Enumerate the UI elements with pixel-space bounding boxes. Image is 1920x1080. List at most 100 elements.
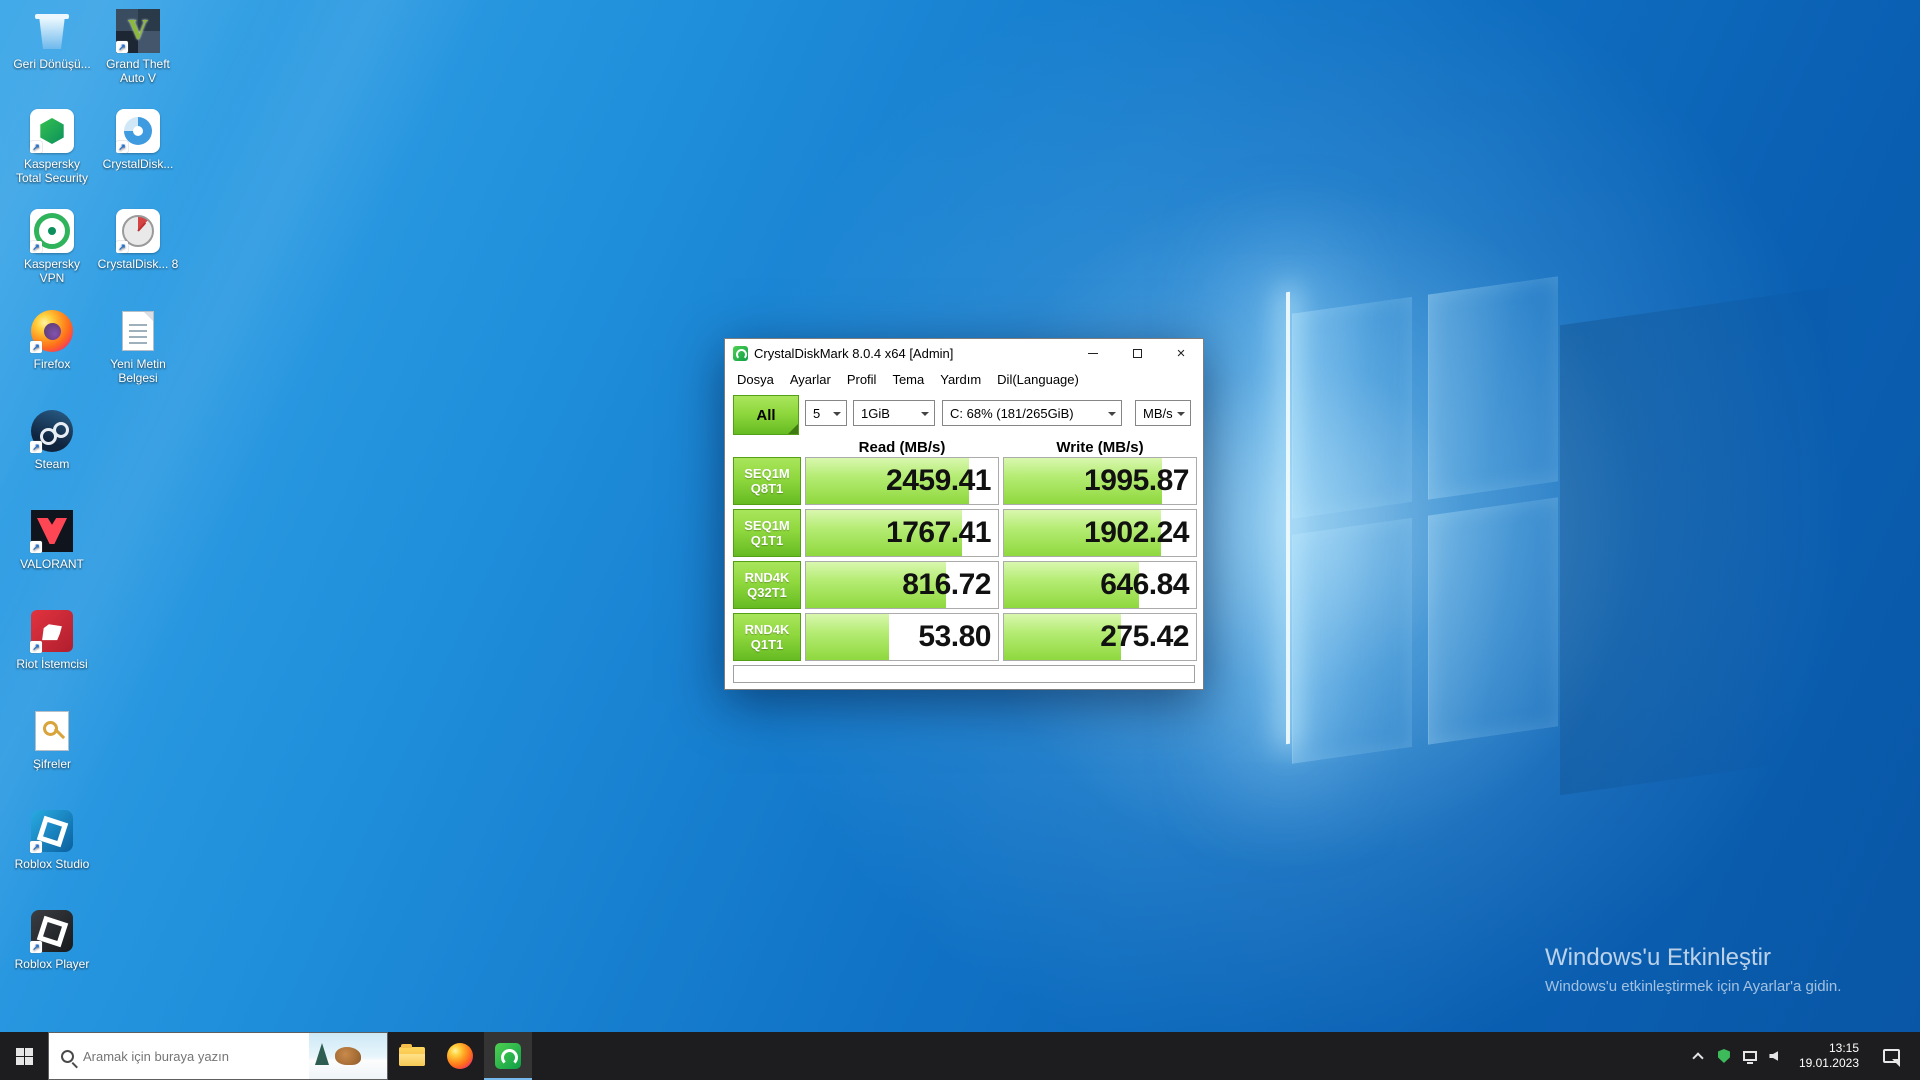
shield-icon <box>1718 1049 1730 1063</box>
unit-select[interactable]: MB/s <box>1135 400 1191 426</box>
chevron-up-icon <box>1692 1052 1703 1063</box>
desktop-icon-steam[interactable]: Steam <box>10 408 94 471</box>
minimize-button[interactable] <box>1071 339 1115 367</box>
tray-show-hidden-icons[interactable] <box>1685 1032 1711 1080</box>
close-button[interactable]: × <box>1159 339 1203 367</box>
file-explorer-icon <box>399 1047 425 1066</box>
tray-kaspersky[interactable] <box>1711 1032 1737 1080</box>
read-value: 1767.41 <box>886 516 991 550</box>
taskbar-search[interactable] <box>48 1032 388 1080</box>
desktop-icon-recycle-bin[interactable]: Geri Dönüşü... <box>10 8 94 71</box>
chevron-down-icon <box>1108 412 1116 420</box>
crystaldiskmark-gauge-icon <box>115 208 161 254</box>
passwords-file-icon <box>29 708 75 754</box>
write-value: 1902.24 <box>1084 516 1189 550</box>
write-result-bar: 1995.87 <box>1003 457 1197 505</box>
crystaldiskmark-app-icon <box>733 346 748 361</box>
test-count-select[interactable]: 5 <box>805 400 847 426</box>
network-icon <box>1743 1051 1757 1061</box>
test-row-seq1m-q1t1: SEQ1M Q1T1 1767.41 1902.24 <box>733 509 1203 557</box>
search-highlight-art[interactable] <box>309 1033 387 1079</box>
desktop-icon-riot-client[interactable]: Riot İstemcisi <box>10 608 94 671</box>
test-label-button[interactable]: SEQ1M Q1T1 <box>733 509 801 557</box>
menu-profil[interactable]: Profil <box>839 369 885 390</box>
window-logo-pane <box>1292 518 1412 764</box>
menu-dosya[interactable]: Dosya <box>729 369 782 390</box>
test-row-rnd4k-q32t1: RND4K Q32T1 816.72 646.84 <box>733 561 1203 609</box>
desktop-icon-kaspersky-vpn[interactable]: Kaspersky VPN <box>10 208 94 285</box>
firefox-icon <box>29 308 75 354</box>
taskbar-crystaldiskmark[interactable] <box>484 1032 532 1080</box>
volume-icon <box>1769 1051 1778 1061</box>
write-value: 275.42 <box>1100 620 1189 654</box>
chevron-down-icon <box>921 412 929 420</box>
test-label-button[interactable]: RND4K Q32T1 <box>733 561 801 609</box>
gta-v-icon <box>115 8 161 54</box>
watermark-title: Windows'u Etkinleştir <box>1545 944 1841 972</box>
test-label-button[interactable]: RND4K Q1T1 <box>733 613 801 661</box>
desktop-icon-kaspersky-total-security[interactable]: Kaspersky Total Security <box>10 108 94 185</box>
clock-time: 13:15 <box>1799 1041 1859 1056</box>
crystaldiskinfo-icon <box>115 108 161 154</box>
maximize-button[interactable] <box>1115 339 1159 367</box>
titlebar[interactable]: CrystalDiskMark 8.0.4 x64 [Admin] × <box>725 339 1203 367</box>
activation-watermark: Windows'u Etkinleştir Windows'u etkinleş… <box>1545 944 1841 995</box>
desktop-icon-roblox-studio[interactable]: Roblox Studio <box>10 808 94 871</box>
menu-ayarlar[interactable]: Ayarlar <box>782 369 839 390</box>
toolbar: All 5 1GiB C: 68% (181/265GiB) MB/s <box>725 391 1203 437</box>
desktop-icon-firefox[interactable]: Firefox <box>10 308 94 371</box>
taskbar-file-explorer[interactable] <box>388 1032 436 1080</box>
window-logo-edge <box>1286 292 1290 745</box>
tray-volume[interactable] <box>1763 1032 1789 1080</box>
target-drive-select[interactable]: C: 68% (181/265GiB) <box>942 400 1122 426</box>
steam-icon <box>29 408 75 454</box>
read-value: 2459.41 <box>886 464 991 498</box>
menu-tema[interactable]: Tema <box>884 369 932 390</box>
text-file-icon <box>115 308 161 354</box>
read-result-bar: 1767.41 <box>805 509 999 557</box>
write-result-bar: 1902.24 <box>1003 509 1197 557</box>
clock-date: 19.01.2023 <box>1799 1056 1859 1071</box>
action-center-button[interactable] <box>1869 1049 1913 1063</box>
tray-clock[interactable]: 13:15 19.01.2023 <box>1789 1041 1869 1071</box>
test-size-select[interactable]: 1GiB <box>853 400 935 426</box>
window-logo-pane <box>1428 497 1558 744</box>
taskbar: 13:15 19.01.2023 <box>0 1032 1920 1080</box>
taskbar-firefox[interactable] <box>436 1032 484 1080</box>
window-title: CrystalDiskMark 8.0.4 x64 [Admin] <box>754 346 1071 361</box>
all-test-button[interactable]: All <box>733 395 799 435</box>
desktop-icon-new-text-document[interactable]: Yeni Metin Belgesi <box>96 308 180 385</box>
read-value: 816.72 <box>902 568 991 602</box>
desktop-icon-valorant[interactable]: VALORANT <box>10 508 94 571</box>
desktop-icon-sifreler[interactable]: Şifreler <box>10 708 94 771</box>
chevron-down-icon <box>1177 412 1185 420</box>
test-label-button[interactable]: SEQ1M Q8T1 <box>733 457 801 505</box>
search-icon <box>61 1050 74 1063</box>
menu-dil[interactable]: Dil(Language) <box>989 369 1087 390</box>
desktop-icon-crystaldisk[interactable]: CrystalDisk... <box>96 108 180 171</box>
read-value: 53.80 <box>918 620 991 654</box>
riot-client-icon <box>29 608 75 654</box>
menubar: Dosya Ayarlar Profil Tema Yardım Dil(Lan… <box>725 367 1203 391</box>
search-input[interactable] <box>83 1049 309 1064</box>
valorant-icon <box>29 508 75 554</box>
start-button[interactable] <box>0 1032 48 1080</box>
tray-network[interactable] <box>1737 1032 1763 1080</box>
crystaldiskmark-icon <box>495 1043 521 1069</box>
menu-yardim[interactable]: Yardım <box>932 369 989 390</box>
desktop-icon-crystaldisk-8[interactable]: CrystalDisk... 8 <box>96 208 180 271</box>
chevron-down-icon <box>833 412 841 420</box>
windows-logo <box>1292 276 1558 763</box>
test-row-seq1m-q8t1: SEQ1M Q8T1 2459.41 1995.87 <box>733 457 1203 505</box>
desktop-icon-gta-v[interactable]: Grand Theft Auto V <box>96 8 180 85</box>
write-value: 1995.87 <box>1084 464 1189 498</box>
read-result-bar: 816.72 <box>805 561 999 609</box>
roblox-player-icon <box>29 908 75 954</box>
test-row-rnd4k-q1t1: RND4K Q1T1 53.80 275.42 <box>733 613 1203 661</box>
recycle-bin-icon <box>29 8 75 54</box>
firefox-icon <box>447 1043 473 1069</box>
read-result-bar: 53.80 <box>805 613 999 661</box>
desktop-icon-roblox-player[interactable]: Roblox Player <box>10 908 94 971</box>
write-result-bar: 275.42 <box>1003 613 1197 661</box>
kaspersky-vpn-icon <box>29 208 75 254</box>
